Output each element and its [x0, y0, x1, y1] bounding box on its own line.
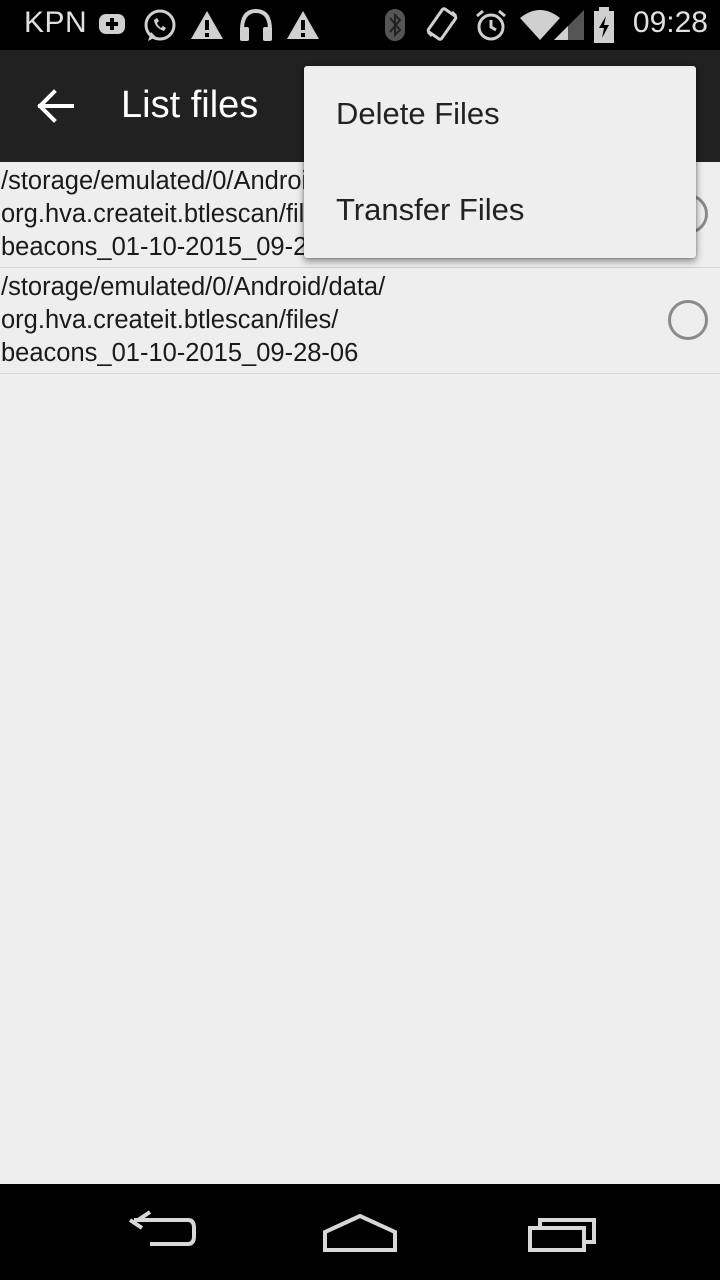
battery-charging-icon	[594, 7, 614, 43]
vibrate-icon	[426, 7, 458, 41]
status-bar: KPN 09:28	[0, 0, 720, 50]
page-title: List files	[121, 84, 259, 126]
home-icon[interactable]	[315, 1206, 405, 1258]
bluetooth-icon	[385, 9, 405, 41]
file-radio-button[interactable]	[668, 300, 708, 340]
file-path: /storage/emulated/0/Android/data/ org.hv…	[1, 273, 386, 367]
overflow-menu: Delete Files Transfer Files	[304, 66, 696, 258]
menu-item-delete-files[interactable]: Delete Files	[304, 66, 696, 162]
arrow-back-icon	[37, 89, 74, 123]
recents-icon[interactable]	[518, 1206, 608, 1258]
signal-icon	[554, 10, 584, 40]
warning-icon	[191, 11, 223, 39]
list-item[interactable]: /storage/emulated/0/Android/data/ org.hv…	[0, 268, 720, 374]
headphones-icon	[240, 8, 272, 41]
whatsapp-icon	[144, 9, 176, 41]
alarm-icon	[476, 9, 506, 41]
menu-item-transfer-files[interactable]: Transfer Files	[304, 162, 696, 258]
navigation-bar	[0, 1184, 720, 1280]
back-button[interactable]	[28, 78, 84, 134]
back-icon[interactable]	[114, 1206, 204, 1258]
plus-box-icon	[99, 14, 125, 34]
carrier-label: KPN	[24, 6, 88, 39]
warning-icon	[287, 11, 319, 39]
clock: 09:28	[632, 6, 708, 39]
screen: KPN 09:28 List files /storage/emulated/0…	[0, 0, 720, 1280]
